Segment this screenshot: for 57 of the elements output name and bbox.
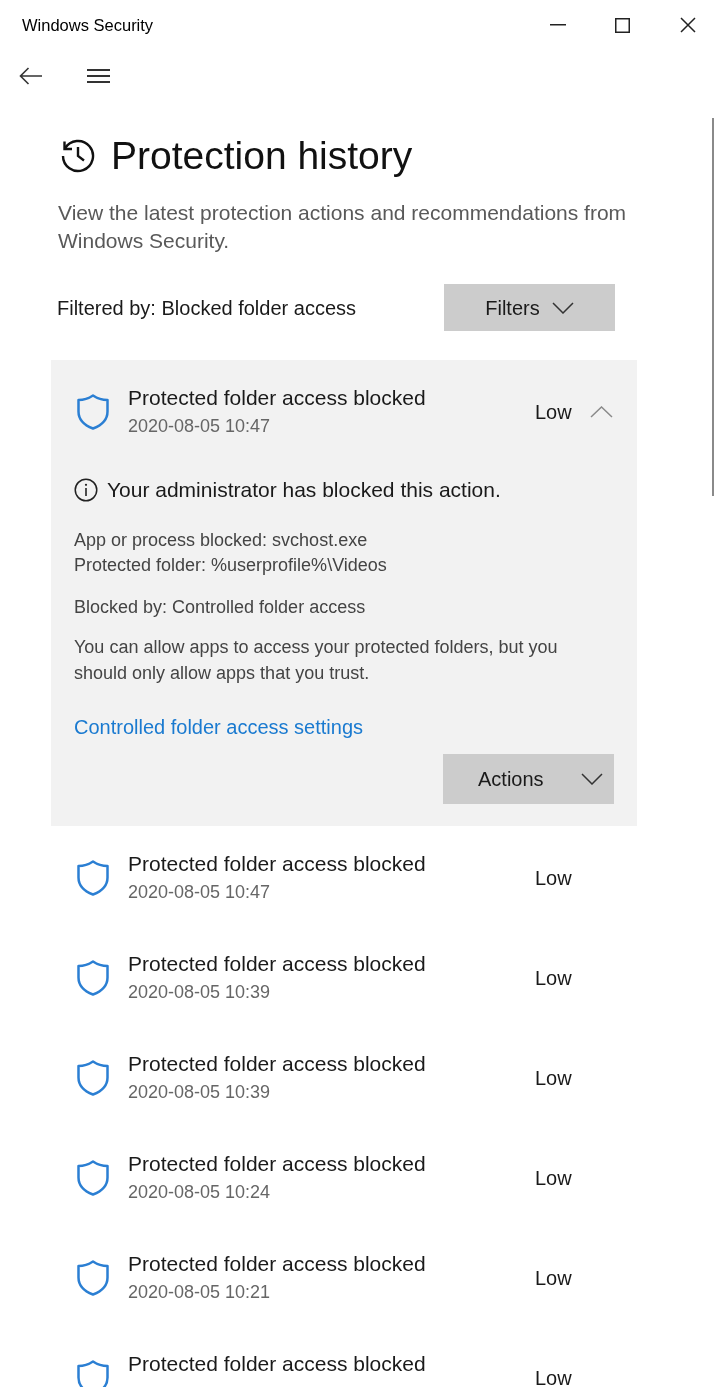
info-icon: [74, 478, 98, 502]
notice-text: Your administrator has blocked this action.: [107, 477, 501, 503]
history-icon: [60, 138, 96, 174]
event-title: Protected folder access blocked: [128, 951, 426, 977]
event-row[interactable]: Protected folder access blocked 2020-08-05 10:39 Low: [51, 1026, 637, 1126]
chevron-down-icon: [551, 301, 574, 314]
severity-label: Low: [535, 866, 572, 891]
event-row[interactable]: Protected folder access blocked 2020-08-05 10:21 Low: [51, 1226, 637, 1326]
maximize-icon: [615, 17, 630, 33]
settings-link[interactable]: Controlled folder access settings: [74, 714, 364, 740]
window-title: Windows Security: [21, 14, 154, 36]
severity-label: Low: [535, 1066, 572, 1091]
severity-label: Low: [535, 1166, 572, 1191]
page-title: Protection history: [111, 133, 413, 179]
page-description: View the latest protection actions and recommendations from Windows Security.: [58, 200, 628, 254]
filter-label: Filtered by: Blocked folder access: [56, 295, 357, 321]
event-row[interactable]: Protected folder access blocked 2020-08-05 10:39 Low: [51, 926, 637, 1026]
menu-icon: [86, 69, 110, 83]
event-title: Protected folder access blocked: [128, 1351, 426, 1377]
back-arrow-icon: [18, 67, 42, 85]
severity-label: Low: [535, 1266, 572, 1291]
shield-icon: [76, 859, 110, 897]
event-title: Protected folder access blocked: [128, 851, 426, 877]
actions-button[interactable]: Actions: [443, 754, 614, 804]
event-row[interactable]: Protected folder access blocked Low: [51, 1326, 637, 1387]
event-title: Protected folder access blocked: [128, 1151, 426, 1177]
event-time: 2020-08-05 10:39: [128, 981, 271, 1004]
event-row[interactable]: Protected folder access blocked 2020-08-05 10:24 Low: [51, 1126, 637, 1226]
event-time: 2020-08-05 10:21: [128, 1281, 271, 1304]
detail-text: App or process blocked: svchost.exe: [74, 529, 368, 552]
event-title: Protected folder access blocked: [128, 1051, 426, 1077]
severity-label: Low: [535, 400, 572, 425]
severity-label: Low: [535, 966, 572, 991]
event-time: 2020-08-05 10:47: [128, 415, 271, 438]
shield-icon: [76, 1259, 110, 1297]
detail-text: Blocked by: Controlled folder access: [74, 596, 366, 619]
event-title: Protected folder access blocked: [128, 385, 426, 411]
shield-icon: [76, 1159, 110, 1197]
detail-text: Protected folder: %userprofile%\Videos: [74, 554, 387, 577]
chevron-down-icon: [580, 773, 603, 785]
shield-icon: [76, 959, 110, 997]
filters-button[interactable]: Filters: [444, 284, 615, 331]
chevron-up-icon[interactable]: [589, 406, 613, 418]
event-row[interactable]: Protected folder access blocked 2020-08-05 10:47 Low: [51, 826, 637, 926]
message-text: You can allow apps to access your protected folders, but you should only allow apps that you trust.: [74, 636, 559, 685]
event-time: 2020-08-05 10:24: [128, 1181, 271, 1204]
close-icon: [679, 17, 696, 33]
event-time: 2020-08-05 10:39: [128, 1081, 271, 1104]
minimize-icon: [549, 24, 566, 26]
event-title: Protected folder access blocked: [128, 1251, 426, 1277]
shield-icon: [76, 1059, 110, 1097]
event-time: 2020-08-05 10:47: [128, 881, 271, 904]
severity-label: Low: [535, 1366, 572, 1387]
expanded-event-card[interactable]: [51, 360, 637, 826]
shield-icon: [76, 1359, 110, 1387]
shield-icon: [76, 393, 110, 431]
scrollbar-thumb[interactable]: [712, 118, 714, 496]
